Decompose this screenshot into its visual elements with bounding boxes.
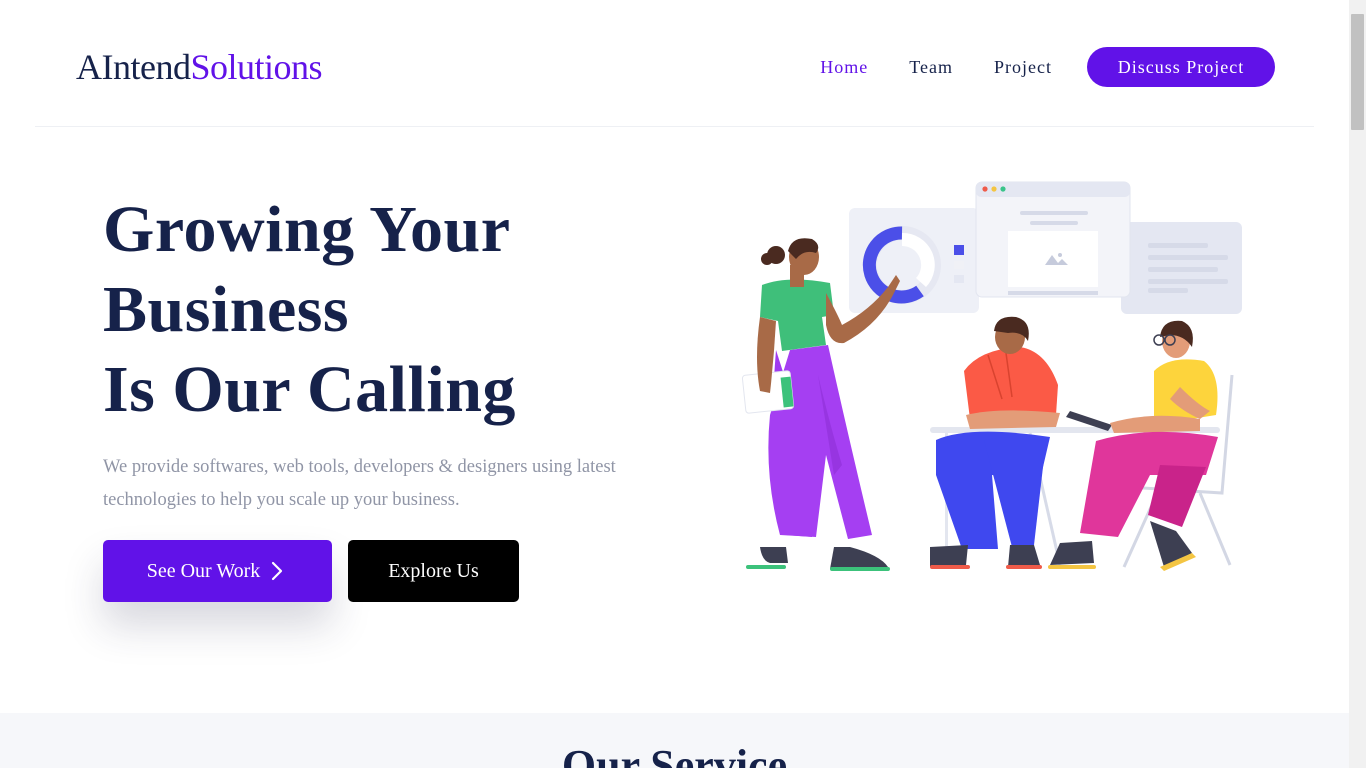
scrollbar-thumb[interactable]: [1351, 14, 1364, 130]
team-presentation-illustration: [741, 181, 1242, 571]
logo-part-1: AIntend: [76, 47, 191, 87]
explore-us-button[interactable]: Explore Us: [348, 540, 519, 602]
nav-link-project[interactable]: Project: [994, 57, 1052, 78]
hero-description: We provide softwares, web tools, develop…: [103, 457, 616, 510]
page: AIntendSolutions Home Team Project Discu…: [0, 0, 1349, 768]
site-header: AIntendSolutions Home Team Project Discu…: [0, 0, 1349, 127]
logo[interactable]: AIntendSolutions: [76, 45, 323, 89]
hero-title: Growing Your Business Is Our Calling: [103, 190, 663, 430]
main-nav: Home Team Project Discuss Project: [779, 47, 1275, 87]
header-divider: [35, 126, 1314, 127]
seated-man-figure: [930, 316, 1060, 569]
see-our-work-label: See Our Work: [146, 559, 261, 582]
hero-title-line-2: Business: [103, 273, 350, 346]
discuss-project-button[interactable]: Discuss Project: [1087, 47, 1275, 87]
page-scrollbar[interactable]: [1349, 0, 1366, 768]
dashboard-panels: [849, 181, 1242, 314]
hero-title-line-3: Is Our Calling: [103, 353, 516, 426]
seated-woman-figure: [1048, 320, 1218, 571]
nav-link-team[interactable]: Team: [909, 57, 953, 78]
nav-link-home[interactable]: Home: [820, 57, 868, 78]
service-section: Our Service: [0, 713, 1349, 768]
hero-title-line-1: Growing Your: [103, 193, 511, 266]
chevron-right-icon: [272, 561, 283, 581]
service-title: Our Service: [561, 741, 788, 768]
logo-part-2: Solutions: [190, 47, 323, 87]
see-our-work-button[interactable]: See Our Work: [103, 540, 332, 602]
explore-us-label: Explore Us: [388, 559, 479, 582]
